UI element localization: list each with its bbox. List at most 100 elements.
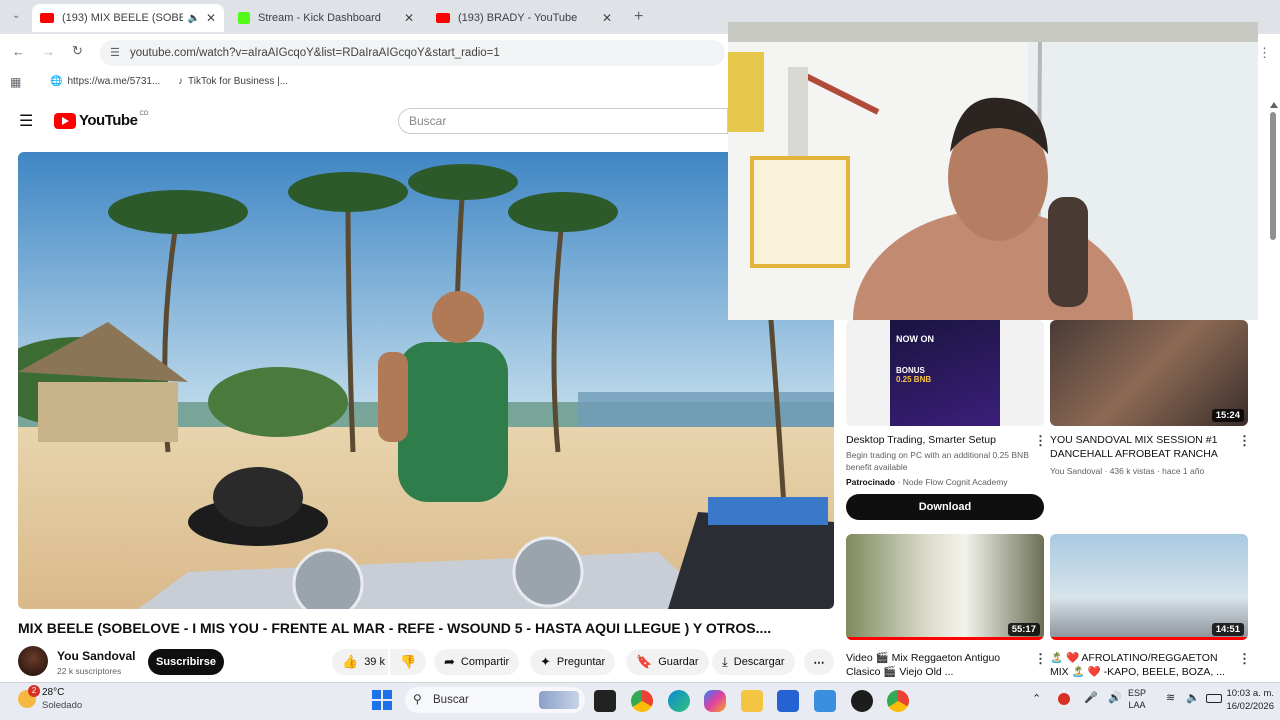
- share-icon: ➦: [444, 654, 455, 669]
- microphone-icon[interactable]: 🎤: [1084, 691, 1098, 704]
- file-explorer-icon[interactable]: [741, 690, 763, 712]
- save-button[interactable]: 🔖 Guardar: [626, 649, 709, 675]
- ad-thumb-line: NOW ON: [896, 334, 934, 344]
- system-tray: ⌃ 🎤 🔊 ESP LAA ≋ 🔈 10:03 a. m. 16/02/2026: [1020, 682, 1280, 720]
- copilot-icon[interactable]: [704, 690, 726, 712]
- new-tab-button[interactable]: +: [634, 9, 643, 25]
- reload-icon[interactable]: ↻: [72, 44, 83, 57]
- store-icon[interactable]: [777, 690, 799, 712]
- language-indicator[interactable]: ESP LAA: [1128, 687, 1146, 711]
- kick-icon: [238, 12, 250, 24]
- close-tab-icon[interactable]: ✕: [404, 11, 414, 25]
- youtube-logo[interactable]: YouTube CO: [54, 110, 149, 129]
- weather-widget[interactable]: 2 28°C Soledado: [18, 685, 98, 716]
- like-button[interactable]: 👍 39 k: [332, 649, 388, 675]
- address-bar[interactable]: ☰ youtube.com/watch?v=aIraAIGcqoY&list=R…: [100, 40, 725, 66]
- channel-name[interactable]: You Sandoval: [57, 649, 135, 663]
- chrome-icon[interactable]: [631, 690, 653, 712]
- video-title-link[interactable]: YOU SANDOVAL MIX SESSION #1 DANCEHALL AF…: [1050, 433, 1230, 461]
- save-label: Guardar: [658, 656, 699, 668]
- subscribe-button[interactable]: Suscribirse: [148, 649, 224, 675]
- scroll-up-arrow-icon[interactable]: [1270, 102, 1278, 108]
- tray-app-icon[interactable]: [1058, 693, 1070, 705]
- video-thumbnail[interactable]: 14:51: [1050, 534, 1248, 640]
- bookmark-label: TikTok for Business |...: [188, 76, 289, 87]
- ad-title[interactable]: Desktop Trading, Smarter Setup: [846, 433, 1026, 447]
- tab-kick-dashboard[interactable]: Stream - Kick Dashboard ✕: [230, 4, 422, 32]
- close-tab-icon[interactable]: ✕: [206, 11, 216, 25]
- forward-arrow-icon[interactable]: →: [42, 45, 55, 58]
- lang-top: ESP: [1128, 688, 1147, 698]
- wifi-icon[interactable]: ≋: [1166, 691, 1175, 704]
- youtube-logo-text: YouTube: [79, 112, 138, 129]
- ad-image: NOW ON BONUS 0.25 BNB: [890, 320, 1000, 426]
- video-title-link[interactable]: 🏝️ ❤️ AFROLATINO/REGGAETON MIX 🏝️ ❤️ -KA…: [1050, 651, 1230, 679]
- tray-overflow-icon[interactable]: ⌃: [1032, 692, 1041, 705]
- ask-button[interactable]: ✦ Preguntar: [530, 649, 616, 675]
- download-video-button[interactable]: ⤓ Descargar: [712, 649, 795, 675]
- dislike-button[interactable]: 👎: [390, 649, 426, 675]
- video-frame: [18, 152, 834, 609]
- share-button[interactable]: ➦ Compartir: [434, 649, 520, 675]
- bookmark-icon: 🔖: [636, 654, 653, 669]
- back-arrow-icon[interactable]: ←: [12, 45, 25, 58]
- battery-icon[interactable]: [1206, 694, 1222, 703]
- duration-badge: 55:17: [1007, 623, 1040, 636]
- video-menu-icon[interactable]: ⋮: [1238, 433, 1251, 449]
- subscriber-count: 22 k suscriptores: [57, 666, 122, 676]
- hamburger-menu-icon[interactable]: ☰: [19, 114, 33, 130]
- more-actions-button[interactable]: ⋯: [804, 649, 834, 675]
- globe-icon: 🌐: [50, 76, 63, 87]
- video-meta: You Sandoval · 436 k vistas · hace 1 año: [1050, 466, 1205, 476]
- tiktok-icon: ♪: [178, 76, 183, 87]
- tab-mix-beele[interactable]: (193) MIX BEELE (SOBELOVE 🔈 ✕: [32, 4, 224, 32]
- url-text: youtube.com/watch?v=aIraAIGcqoY&list=RDa…: [130, 47, 500, 59]
- video-player[interactable]: [18, 152, 834, 609]
- video-title-link[interactable]: Video 🎬 Mix Reggaeton Antiguo Clasico 🎬 …: [846, 651, 1026, 679]
- edge-icon[interactable]: [668, 690, 690, 712]
- scrollbar-thumb[interactable]: [1270, 112, 1276, 240]
- ad-menu-icon[interactable]: ⋮: [1034, 433, 1047, 449]
- video-menu-icon[interactable]: ⋮: [1238, 651, 1251, 667]
- bookmark-tiktok[interactable]: ♪ TikTok for Business |...: [178, 76, 288, 87]
- close-tab-icon[interactable]: ✕: [602, 11, 612, 25]
- clock-date: 16/02/2026: [1226, 701, 1274, 712]
- obs-icon[interactable]: [851, 690, 873, 712]
- site-info-icon[interactable]: ☰: [110, 46, 120, 59]
- search-placeholder: Buscar: [409, 114, 447, 128]
- search-input[interactable]: Buscar: [398, 108, 728, 134]
- chrome-profile-icon[interactable]: [887, 690, 909, 712]
- weather-temp: 28°C: [42, 687, 65, 698]
- country-code: CO: [139, 110, 149, 117]
- video-thumbnail[interactable]: 15:24: [1050, 320, 1248, 426]
- ad-thumb-line: BONUS: [896, 366, 925, 375]
- youtube-play-icon: [54, 112, 76, 129]
- weather-badge: 2: [28, 685, 40, 697]
- tab-brady-youtube[interactable]: (193) BRADY - YouTube ✕: [428, 4, 620, 32]
- apps-grid-icon[interactable]: ▦: [10, 76, 21, 88]
- task-view-icon[interactable]: [594, 690, 616, 712]
- calculator-icon[interactable]: [814, 690, 836, 712]
- bookmark-whatsapp[interactable]: 🌐 https://wa.me/5731...: [50, 76, 160, 87]
- clock[interactable]: 10:03 a. m. 16/02/2026: [1226, 687, 1274, 713]
- ad-thumbnail[interactable]: NOW ON BONUS 0.25 BNB: [846, 320, 1044, 426]
- menu-dots-icon[interactable]: ⋮: [1258, 46, 1271, 59]
- video-progress-bar: [1050, 637, 1248, 640]
- video-menu-icon[interactable]: ⋮: [1034, 651, 1047, 667]
- duration-badge: 15:24: [1211, 409, 1244, 422]
- speaker-icon[interactable]: 🔈: [1186, 691, 1200, 704]
- youtube-icon: [40, 13, 54, 23]
- video-thumbnail[interactable]: 55:17: [846, 534, 1044, 640]
- start-windows-icon[interactable]: [372, 690, 392, 710]
- lang-bottom: LAA: [1128, 700, 1146, 710]
- download-icon: ⤓: [722, 654, 728, 669]
- channel-avatar[interactable]: [18, 646, 48, 676]
- tab-search-chevron-icon[interactable]: ⌄: [12, 11, 20, 21]
- ad-description: Begin trading on PC with an additional 0…: [846, 450, 1029, 472]
- ad-download-button[interactable]: Download: [846, 494, 1044, 520]
- ad-thumb-line: 0.25 BNB: [896, 375, 932, 384]
- page-scrollbar[interactable]: [1268, 100, 1278, 680]
- volume-icon[interactable]: 🔊: [1108, 691, 1122, 704]
- thumbs-up-icon: 👍: [342, 654, 359, 669]
- taskbar-search[interactable]: ⚲ Buscar: [405, 687, 585, 713]
